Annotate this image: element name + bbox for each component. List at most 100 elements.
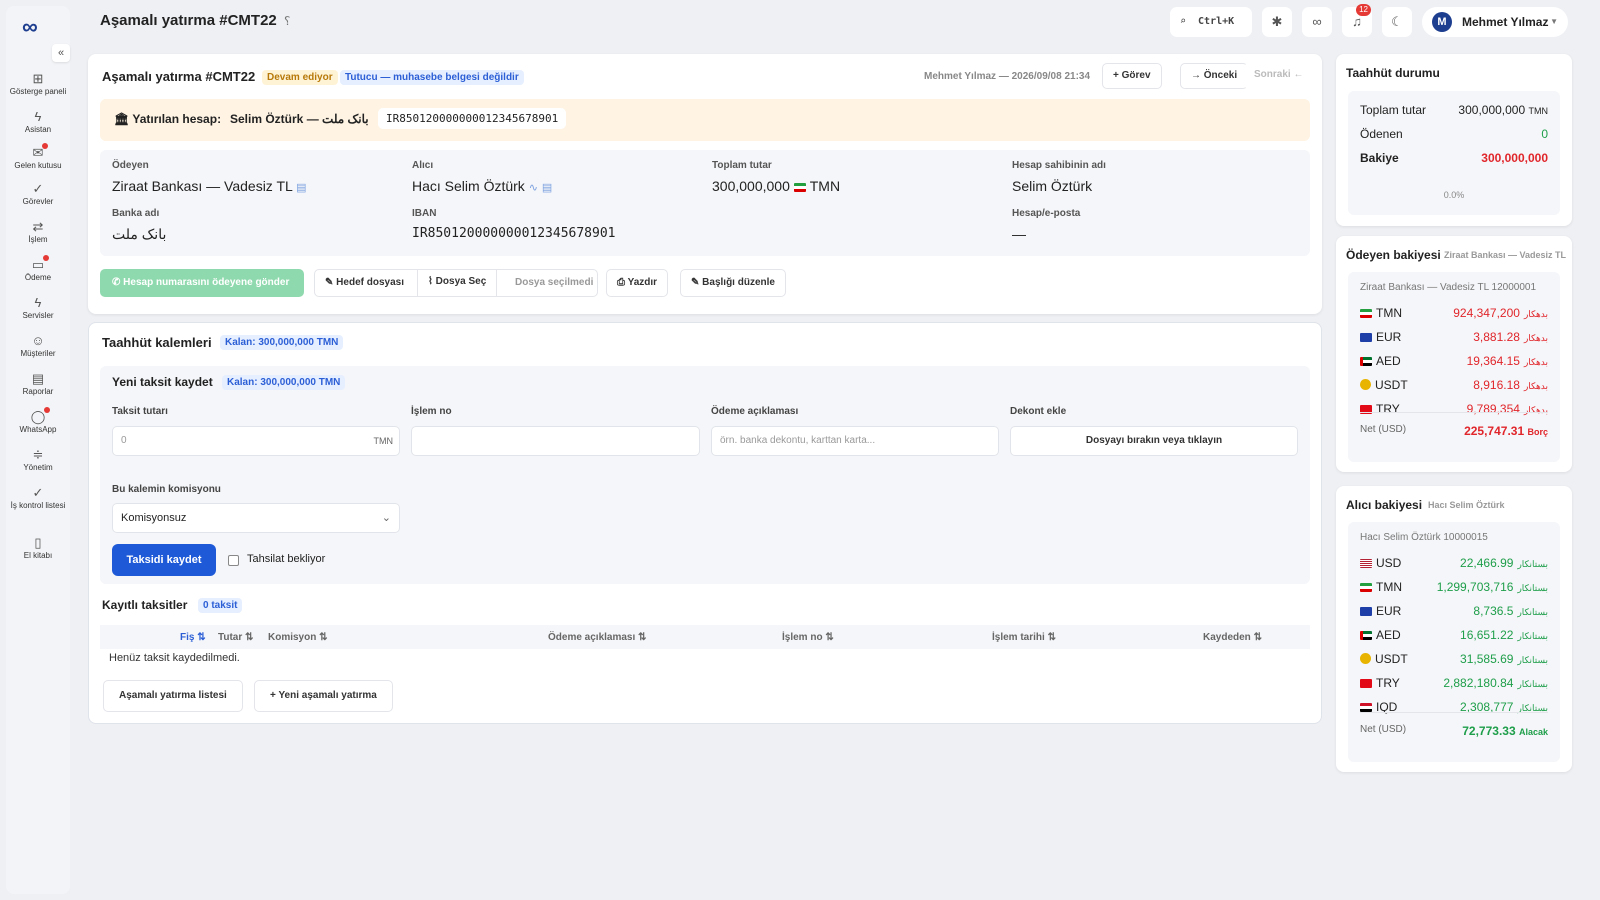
user-menu[interactable]: M Mehmet Yılmaz ▼ bbox=[1422, 7, 1568, 37]
sidebar-item-6[interactable]: ϟ Servisler bbox=[6, 296, 70, 321]
previous-button[interactable]: → Önceki bbox=[1180, 63, 1249, 89]
sidebar-item-10[interactable]: ≑ Yönetim bbox=[6, 448, 70, 473]
sidebar-item-label: WhatsApp bbox=[19, 425, 57, 434]
add-task-button[interactable]: + Görev bbox=[1102, 63, 1162, 89]
iban-value[interactable]: IR850120000000012345678901 bbox=[412, 226, 616, 241]
balance-row: TMN 1,299,703,716 بستانکار bbox=[1360, 580, 1548, 596]
deposit-account-label: 🏛 Yatırılan hesap: bbox=[114, 112, 222, 126]
document-icon[interactable]: ▤ bbox=[542, 182, 552, 194]
sidebar-item-label: Asistan bbox=[24, 125, 52, 134]
commission-select[interactable]: Komisyonsuz ⌄ bbox=[112, 503, 400, 533]
pending-collection-label: Tahsilat bekliyor bbox=[247, 553, 326, 565]
balance-row: USD 22,466.99 بستانکار bbox=[1360, 556, 1548, 572]
payer-value: Ziraat Bankası — Vadesiz TL ▤ bbox=[112, 178, 307, 194]
column-receipt[interactable]: Fiş ⇅ bbox=[180, 632, 206, 643]
transaction-no-input[interactable] bbox=[411, 426, 700, 456]
amount-input[interactable]: 0 TMN bbox=[112, 426, 400, 456]
balance-row: EUR 8,736.5 بستانکار bbox=[1360, 604, 1548, 620]
sidebar-item-8[interactable]: ▤ Raporlar bbox=[6, 372, 70, 397]
receipt-dropzone[interactable]: Dosyayı bırakın veya tıklayın bbox=[1010, 426, 1298, 456]
sidebar-item-7[interactable]: ☺ Müşteriler bbox=[6, 334, 70, 359]
infinity-logo-icon[interactable]: ∞ bbox=[22, 14, 38, 40]
bell-icon[interactable]: ♫ 12 bbox=[1342, 4, 1372, 37]
balance-row: Bakiye 300,000,000 bbox=[1360, 151, 1548, 165]
amount-unit: TMN bbox=[373, 436, 394, 446]
help-icon[interactable]: ؟ bbox=[284, 14, 290, 28]
column-payment-desc[interactable]: Ödeme açıklaması ⇅ bbox=[548, 632, 646, 643]
bug-icon[interactable]: ✱ bbox=[1262, 7, 1292, 37]
iqd-flag-icon bbox=[1360, 703, 1372, 712]
email-value: — bbox=[1012, 226, 1026, 242]
chevron-down-icon: ⌄ bbox=[381, 512, 391, 524]
send-whatsapp-button[interactable]: ✆ Hesap numarasını ödeyene gönder bbox=[100, 269, 304, 297]
column-transaction-no[interactable]: İşlem no ⇅ bbox=[782, 632, 834, 643]
activity-icon[interactable]: ∿ bbox=[529, 182, 538, 194]
next-button[interactable]: Sonraki ← bbox=[1244, 63, 1314, 89]
sidebar-item-12[interactable]: ▯ El kitabı bbox=[6, 536, 70, 561]
balance-row: AED 19,364.15 بدهکار bbox=[1360, 354, 1548, 370]
usdt-flag-icon bbox=[1360, 653, 1371, 664]
commission-label: Bu kalemin komisyonu bbox=[112, 484, 221, 495]
sidebar-item-11[interactable]: ✓ İş kontrol listesi bbox=[6, 485, 70, 511]
moon-icon[interactable]: ☾ bbox=[1382, 7, 1412, 37]
payer-balance-subtitle: Ziraat Bankası — Vadesiz TL bbox=[1444, 250, 1567, 260]
balance-row: IQD 2,308,777 بستانکار bbox=[1360, 700, 1548, 716]
try-flag-icon bbox=[1360, 679, 1372, 688]
document-icon[interactable]: ▤ bbox=[296, 182, 306, 194]
new-installment-remaining-badge: Kalan: 300,000,000 TMN bbox=[222, 375, 346, 390]
sidebar-item-1[interactable]: ϟ Asistan bbox=[6, 110, 70, 135]
check-icon: ✓ bbox=[32, 181, 44, 196]
sidebar-item-4[interactable]: ⇄ İşlem bbox=[6, 220, 70, 245]
search-button[interactable]: ⌕ Ctrl+K bbox=[1170, 7, 1252, 37]
print-button[interactable]: ⎙ Yazdır bbox=[606, 269, 669, 297]
transaction-no-label: İşlem no bbox=[411, 406, 452, 417]
sidebar-item-5[interactable]: ▭ Ödeme bbox=[6, 255, 70, 282]
collapse-sidebar-button[interactable]: « bbox=[52, 44, 70, 62]
sidebar-item-9[interactable]: ◯ WhatsApp bbox=[6, 407, 70, 434]
sidebar-item-2[interactable]: ✉ Gelen kutusu bbox=[6, 143, 70, 170]
save-installment-button[interactable]: Taksidi kaydet bbox=[112, 544, 216, 576]
sidebar-item-label: Raporlar bbox=[22, 387, 54, 396]
sidebar-item-label: Gösterge paneli bbox=[9, 87, 67, 96]
payment-icon: ▭ bbox=[32, 255, 50, 272]
choose-file-button[interactable]: ⌇ Dosya Seç bbox=[417, 269, 498, 297]
commitment-status-title: Taahhüt durumu bbox=[1346, 66, 1440, 80]
column-recorded-by[interactable]: Kaydeden ⇅ bbox=[1203, 632, 1262, 643]
new-deposit-button[interactable]: + Yeni aşamalı yatırma bbox=[254, 680, 393, 712]
sidebar-item-3[interactable]: ✓ Görevler bbox=[6, 181, 70, 207]
payer-balance-box: Ziraat Bankası — Vadesiz TL 12000001 TMN… bbox=[1348, 272, 1560, 462]
dashboard-icon: ⊞ bbox=[32, 71, 44, 86]
check-icon: ✓ bbox=[32, 485, 44, 500]
usdt-flag-icon bbox=[1360, 379, 1371, 390]
sidebar-item-label: Gelen kutusu bbox=[14, 161, 62, 170]
tmn-flag-icon bbox=[1360, 309, 1372, 318]
commitments-title: Taahhüt kalemleri bbox=[102, 335, 212, 350]
iban-label: IBAN bbox=[412, 208, 437, 219]
link-icon[interactable]: ∞ bbox=[1302, 7, 1332, 37]
column-amount[interactable]: Tutar ⇅ bbox=[218, 632, 253, 643]
list-button[interactable]: Aşamalı yatırma listesi bbox=[103, 680, 243, 712]
payment-desc-label: Ödeme açıklaması bbox=[711, 406, 799, 417]
notification-badge: 12 bbox=[1356, 4, 1371, 16]
pending-collection-checkbox[interactable] bbox=[228, 555, 239, 566]
balance-row: EUR 3,881.28 بدهکار bbox=[1360, 330, 1548, 346]
payment-desc-input[interactable]: örn. banka dekontu, karttan karta... bbox=[711, 426, 999, 456]
sidebar-item-label: El kitabı bbox=[23, 551, 53, 560]
sidebar-item-0[interactable]: ⊞ Gösterge paneli bbox=[6, 71, 70, 97]
unread-dot bbox=[43, 255, 50, 261]
empty-table-message: Henüz taksit kaydedilmedi. bbox=[109, 652, 240, 664]
balance-row: AED 16,651.22 بستانکار bbox=[1360, 628, 1548, 644]
user-name: Mehmet Yılmaz bbox=[1462, 15, 1549, 29]
balance-row: USDT 8,916.18 بدهکار bbox=[1360, 378, 1548, 394]
receiver-balance-title: Alıcı bakiyesi bbox=[1346, 498, 1423, 512]
deposit-account-iban[interactable]: IR850120000000012345678901 bbox=[378, 108, 567, 129]
commitment-status-card: Taahhüt durumu Toplam tutar 300,000,000 T… bbox=[1336, 54, 1572, 226]
payer-balance-title: Ödeyen bakiyesi bbox=[1346, 248, 1441, 262]
column-transaction-date[interactable]: İşlem tarihi ⇅ bbox=[992, 632, 1056, 643]
detail-title: Aşamalı yatırma #CMT22 bbox=[102, 69, 256, 84]
installment-count-badge: 0 taksit bbox=[198, 598, 243, 613]
edit-title-button[interactable]: ✎ Başlığı düzenle bbox=[680, 269, 786, 297]
holder-label: Hesap sahibinin adı bbox=[1012, 160, 1106, 171]
paperclip-icon: ⌇ bbox=[428, 276, 433, 287]
column-commission[interactable]: Komisyon ⇅ bbox=[268, 632, 328, 643]
